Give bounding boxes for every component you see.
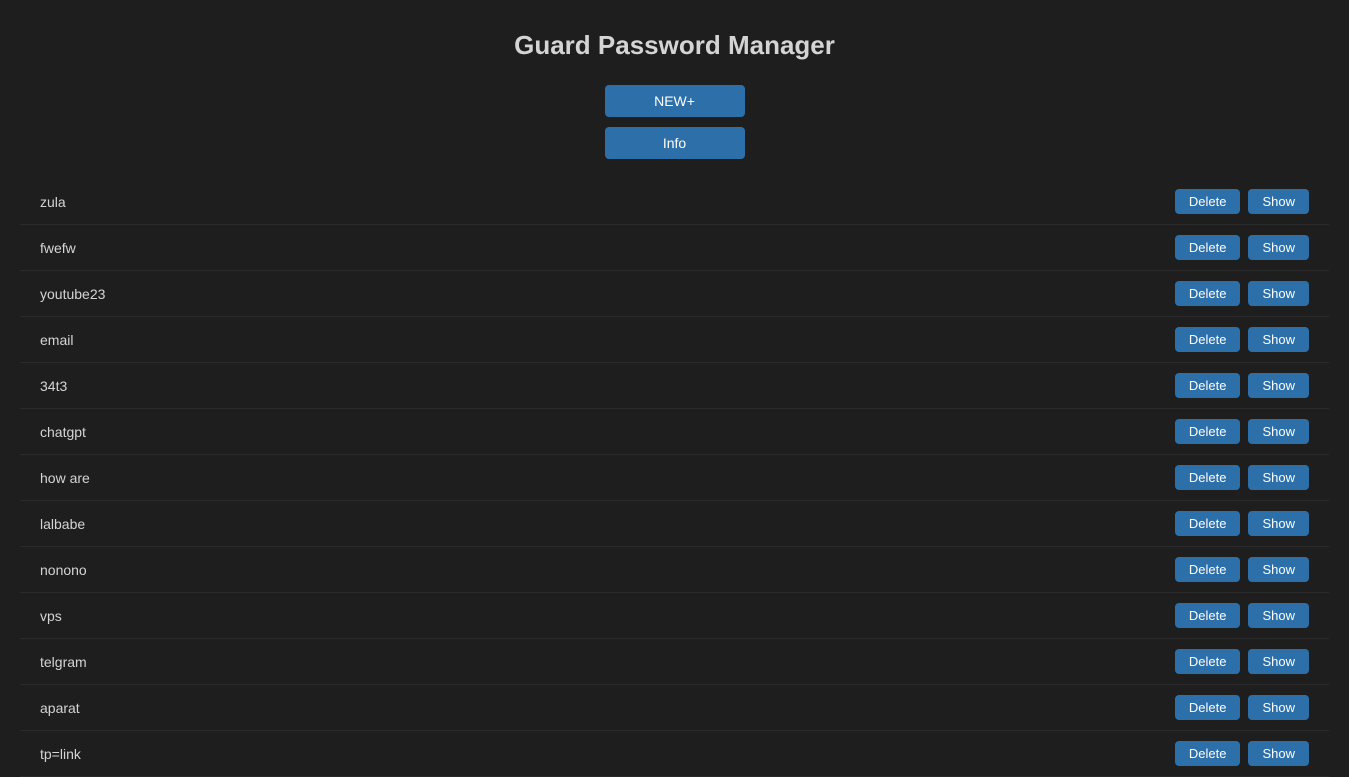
entry-row: nononoDelete Show bbox=[20, 547, 1329, 593]
entry-row: 34t3Delete Show bbox=[20, 363, 1329, 409]
entry-row: tp=linkDelete Show bbox=[20, 731, 1329, 777]
entry-row: lalbabeDelete Show bbox=[20, 501, 1329, 547]
show-button[interactable]: Show bbox=[1248, 419, 1309, 444]
entry-actions: Delete Show bbox=[1175, 695, 1309, 720]
show-button[interactable]: Show bbox=[1248, 603, 1309, 628]
delete-button[interactable]: Delete bbox=[1175, 603, 1241, 628]
show-button[interactable]: Show bbox=[1248, 511, 1309, 536]
entry-actions: Delete Show bbox=[1175, 327, 1309, 352]
delete-button[interactable]: Delete bbox=[1175, 327, 1241, 352]
entry-row: how areDelete Show bbox=[20, 455, 1329, 501]
show-button[interactable]: Show bbox=[1248, 741, 1309, 766]
entry-name: how are bbox=[40, 470, 1175, 486]
delete-button[interactable]: Delete bbox=[1175, 189, 1241, 214]
new-button[interactable]: NEW+ bbox=[605, 85, 745, 117]
show-button[interactable]: Show bbox=[1248, 465, 1309, 490]
entry-row: aparatDelete Show bbox=[20, 685, 1329, 731]
show-button[interactable]: Show bbox=[1248, 649, 1309, 674]
entry-row: vpsDelete Show bbox=[20, 593, 1329, 639]
show-button[interactable]: Show bbox=[1248, 327, 1309, 352]
entry-name: fwefw bbox=[40, 240, 1175, 256]
entries-list: zulaDeleteShowfwefwDeleteShowyoutube23De… bbox=[0, 179, 1349, 777]
delete-button[interactable]: Delete bbox=[1175, 465, 1241, 490]
delete-button[interactable]: Delete bbox=[1175, 281, 1241, 306]
show-button[interactable]: Show bbox=[1248, 695, 1309, 720]
delete-button[interactable]: Delete bbox=[1175, 235, 1241, 260]
delete-button[interactable]: Delete bbox=[1175, 511, 1241, 536]
entry-row: emailDelete Show bbox=[20, 317, 1329, 363]
entry-name: tp=link bbox=[40, 746, 1175, 762]
entry-row: telgramDelete Show bbox=[20, 639, 1329, 685]
entry-name: zula bbox=[40, 194, 1175, 210]
delete-button[interactable]: Delete bbox=[1175, 695, 1241, 720]
entry-actions: Delete Show bbox=[1175, 235, 1309, 260]
entry-actions: Delete Show bbox=[1175, 603, 1309, 628]
entry-actions: Delete Show bbox=[1175, 649, 1309, 674]
show-button[interactable]: Show bbox=[1248, 235, 1309, 260]
delete-button[interactable]: Delete bbox=[1175, 741, 1241, 766]
delete-button[interactable]: Delete bbox=[1175, 419, 1241, 444]
entry-name: vps bbox=[40, 608, 1175, 624]
app-container: Guard Password Manager NEW+ Info zulaDel… bbox=[0, 0, 1349, 777]
entry-row: zulaDelete Show bbox=[20, 179, 1329, 225]
app-title: Guard Password Manager bbox=[514, 30, 835, 61]
entry-actions: Delete Show bbox=[1175, 557, 1309, 582]
entry-actions: Delete Show bbox=[1175, 419, 1309, 444]
entry-row: chatgptDelete Show bbox=[20, 409, 1329, 455]
entry-name: email bbox=[40, 332, 1175, 348]
entry-name: lalbabe bbox=[40, 516, 1175, 532]
entry-actions: Delete Show bbox=[1175, 189, 1309, 214]
delete-button[interactable]: Delete bbox=[1175, 373, 1241, 398]
entry-actions: Delete Show bbox=[1175, 511, 1309, 536]
entry-name: chatgpt bbox=[40, 424, 1175, 440]
entry-name: telgram bbox=[40, 654, 1175, 670]
delete-button[interactable]: Delete bbox=[1175, 649, 1241, 674]
entry-name: 34t3 bbox=[40, 378, 1175, 394]
entry-row: youtube23Delete Show bbox=[20, 271, 1329, 317]
entry-name: aparat bbox=[40, 700, 1175, 716]
show-button[interactable]: Show bbox=[1248, 557, 1309, 582]
info-button[interactable]: Info bbox=[605, 127, 745, 159]
delete-button[interactable]: Delete bbox=[1175, 557, 1241, 582]
show-button[interactable]: Show bbox=[1248, 189, 1309, 214]
show-button[interactable]: Show bbox=[1248, 281, 1309, 306]
entry-actions: Delete Show bbox=[1175, 741, 1309, 766]
entry-actions: Delete Show bbox=[1175, 465, 1309, 490]
entry-name: youtube23 bbox=[40, 286, 1175, 302]
entry-name: nonono bbox=[40, 562, 1175, 578]
entry-row: fwefwDelete Show bbox=[20, 225, 1329, 271]
entry-actions: Delete Show bbox=[1175, 281, 1309, 306]
show-button[interactable]: Show bbox=[1248, 373, 1309, 398]
entry-actions: Delete Show bbox=[1175, 373, 1309, 398]
